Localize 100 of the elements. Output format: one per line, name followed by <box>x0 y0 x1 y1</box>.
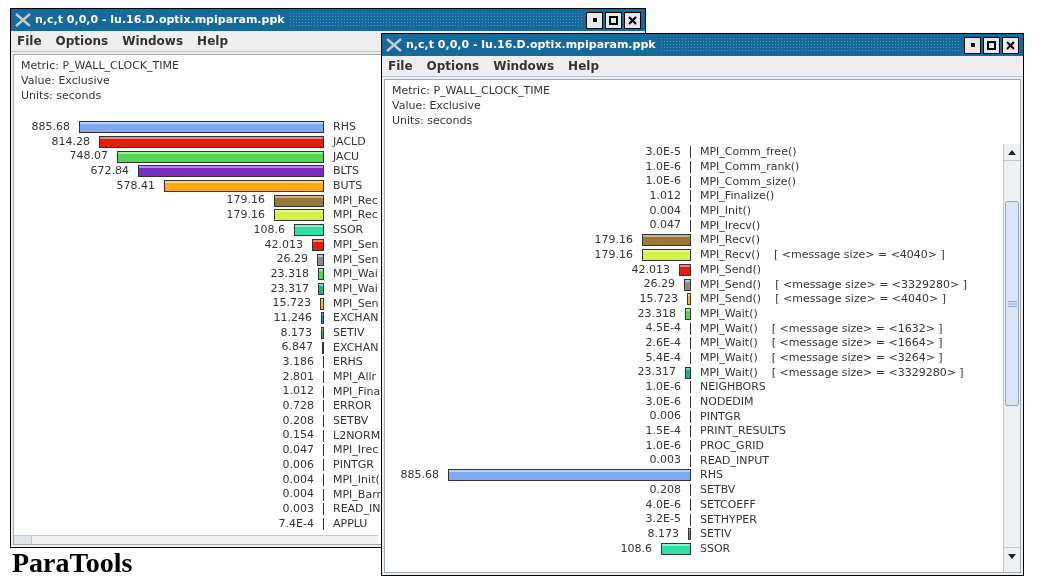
info-text: Units: seconds <box>392 113 473 128</box>
function-label: PINTGR <box>700 409 741 424</box>
function-label: RHS <box>700 468 723 483</box>
function-label: MPI_Comm_size() <box>700 174 797 189</box>
function-label: MPI_Sen <box>333 252 379 267</box>
function-label: MPI_Finalize() <box>700 189 775 204</box>
minimize-icon <box>970 43 975 47</box>
logo: ParaTools <box>12 549 133 576</box>
window-title: n,c,t 0,0,0 - lu.16.D.optix.mpiparam.ppk <box>406 36 656 53</box>
function-label: EXCHAN <box>333 311 379 326</box>
menu-item[interactable]: Help <box>566 57 601 75</box>
value-label: 26.29 <box>643 277 675 292</box>
value-label: 2.801 <box>282 369 314 384</box>
grip-icon <box>1007 300 1017 307</box>
menu-item[interactable]: Windows <box>491 57 557 75</box>
value-label: 4.5E-4 <box>645 321 681 336</box>
close-icon <box>1006 40 1015 50</box>
value-label: 1.0E-6 <box>645 380 681 394</box>
function-label: MPI_Recv() <box>700 233 760 248</box>
function-label: MPI_Wai <box>333 267 378 282</box>
function-label: NODEDIM <box>700 395 754 410</box>
menu-item[interactable]: Options <box>53 32 111 50</box>
value-label: 8.173 <box>280 325 312 340</box>
function-label: JACLD <box>333 135 366 150</box>
cross-icon <box>386 38 402 52</box>
info-text: Value: Exclusive <box>21 73 110 88</box>
scroll-thumb[interactable] <box>1005 201 1019 406</box>
value-label: 108.6 <box>620 541 652 556</box>
function-label: MPI_Barr <box>333 487 381 502</box>
menu-item[interactable]: File <box>386 57 415 75</box>
value-label: 23.318 <box>270 266 309 281</box>
function-label: SSOR <box>700 541 731 556</box>
down-arrow-icon <box>1008 553 1016 559</box>
value-label: 179.16 <box>594 247 633 262</box>
function-label: APPLU <box>333 516 368 531</box>
function-label: MPI_Wait() <box>700 306 758 321</box>
function-label: READ_INPUT <box>700 453 769 468</box>
value-label: 0.006 <box>282 457 314 472</box>
info-text: Value: Exclusive <box>392 98 481 113</box>
function-label: NEIGHBORS <box>700 380 766 395</box>
function-label: READ_IN <box>333 502 381 517</box>
function-label: ERHS <box>333 355 363 370</box>
function-label: MPI_Send() <box>700 262 762 277</box>
function-label: SETHYPER <box>700 512 757 527</box>
function-label: MPI_Wai <box>333 281 378 296</box>
function-label: PROC_GRID <box>700 439 764 454</box>
value-label: 1.0E-6 <box>645 174 681 189</box>
value-label: 23.317 <box>270 281 309 296</box>
function-label: MPI_Rec <box>333 193 378 208</box>
minimize-icon <box>592 18 597 22</box>
function-label: MPI_Allr <box>333 370 377 385</box>
minimize-button[interactable] <box>964 36 981 54</box>
function-label: MPI_Sen <box>333 296 379 311</box>
value-label: 885.68 <box>400 468 439 483</box>
function-label: MPI_Comm_rank() <box>700 160 800 175</box>
value-label: 3.2E-5 <box>645 512 681 527</box>
function-label: MPI_Irec <box>333 443 379 458</box>
value-label: 6.847 <box>281 340 313 355</box>
function-label: SETIV <box>700 527 732 542</box>
maximize-button[interactable] <box>983 36 1000 54</box>
function-label: MPI_Fina <box>333 384 381 399</box>
close-icon <box>628 15 637 25</box>
function-label: MPI_Init( <box>333 472 380 487</box>
info-text: Units: seconds <box>21 88 102 103</box>
scrollbar[interactable] <box>14 535 378 544</box>
close-button[interactable] <box>1002 36 1019 54</box>
maximize-button[interactable] <box>605 11 622 29</box>
function-label: MPI_Wait() <box>700 365 758 380</box>
value-label: 578.41 <box>116 178 155 193</box>
value-label: 814.28 <box>51 134 90 149</box>
value-label: 5.4E-4 <box>645 350 681 365</box>
function-label: MPI_Send() <box>700 292 762 307</box>
function-label: JACU <box>333 149 360 164</box>
function-label: BLTS <box>333 164 359 179</box>
menu-item[interactable]: Help <box>195 32 230 50</box>
value-label: 0.154 <box>282 428 314 443</box>
info-text: Metric: P_WALL_CLOCK_TIME <box>21 58 179 73</box>
value-label: 0.004 <box>649 203 681 218</box>
function-label: SETBV <box>333 414 369 429</box>
value-label: 885.68 <box>31 120 70 134</box>
value-label: 15.723 <box>639 291 678 306</box>
menu-item[interactable]: File <box>15 32 44 50</box>
menu-item[interactable]: Options <box>424 57 482 75</box>
function-label: MPI_Comm_free() <box>700 145 797 160</box>
menu-item[interactable]: Windows <box>120 32 186 50</box>
minimize-button[interactable] <box>586 11 603 29</box>
value-label: 7.4E-4 <box>278 516 314 531</box>
value-label: 1.0E-6 <box>645 159 681 174</box>
value-label: 179.16 <box>226 208 265 223</box>
function-label: BUTS <box>333 179 363 194</box>
scrollbar[interactable] <box>1003 144 1020 572</box>
function-label: MPI_Sen <box>333 237 379 252</box>
maximize-icon <box>609 15 618 25</box>
close-button[interactable] <box>624 11 641 29</box>
maximize-icon <box>987 40 996 50</box>
value-label: 0.047 <box>649 218 681 233</box>
parameter-label: [ <message size> = <1632> ] <box>771 321 943 336</box>
function-label: MPI_Wait() <box>700 321 758 336</box>
window-title: n,c,t 0,0,0 - lu.16.D.optix.mpiparam.ppk <box>35 11 285 28</box>
value-label: 26.29 <box>276 252 308 267</box>
